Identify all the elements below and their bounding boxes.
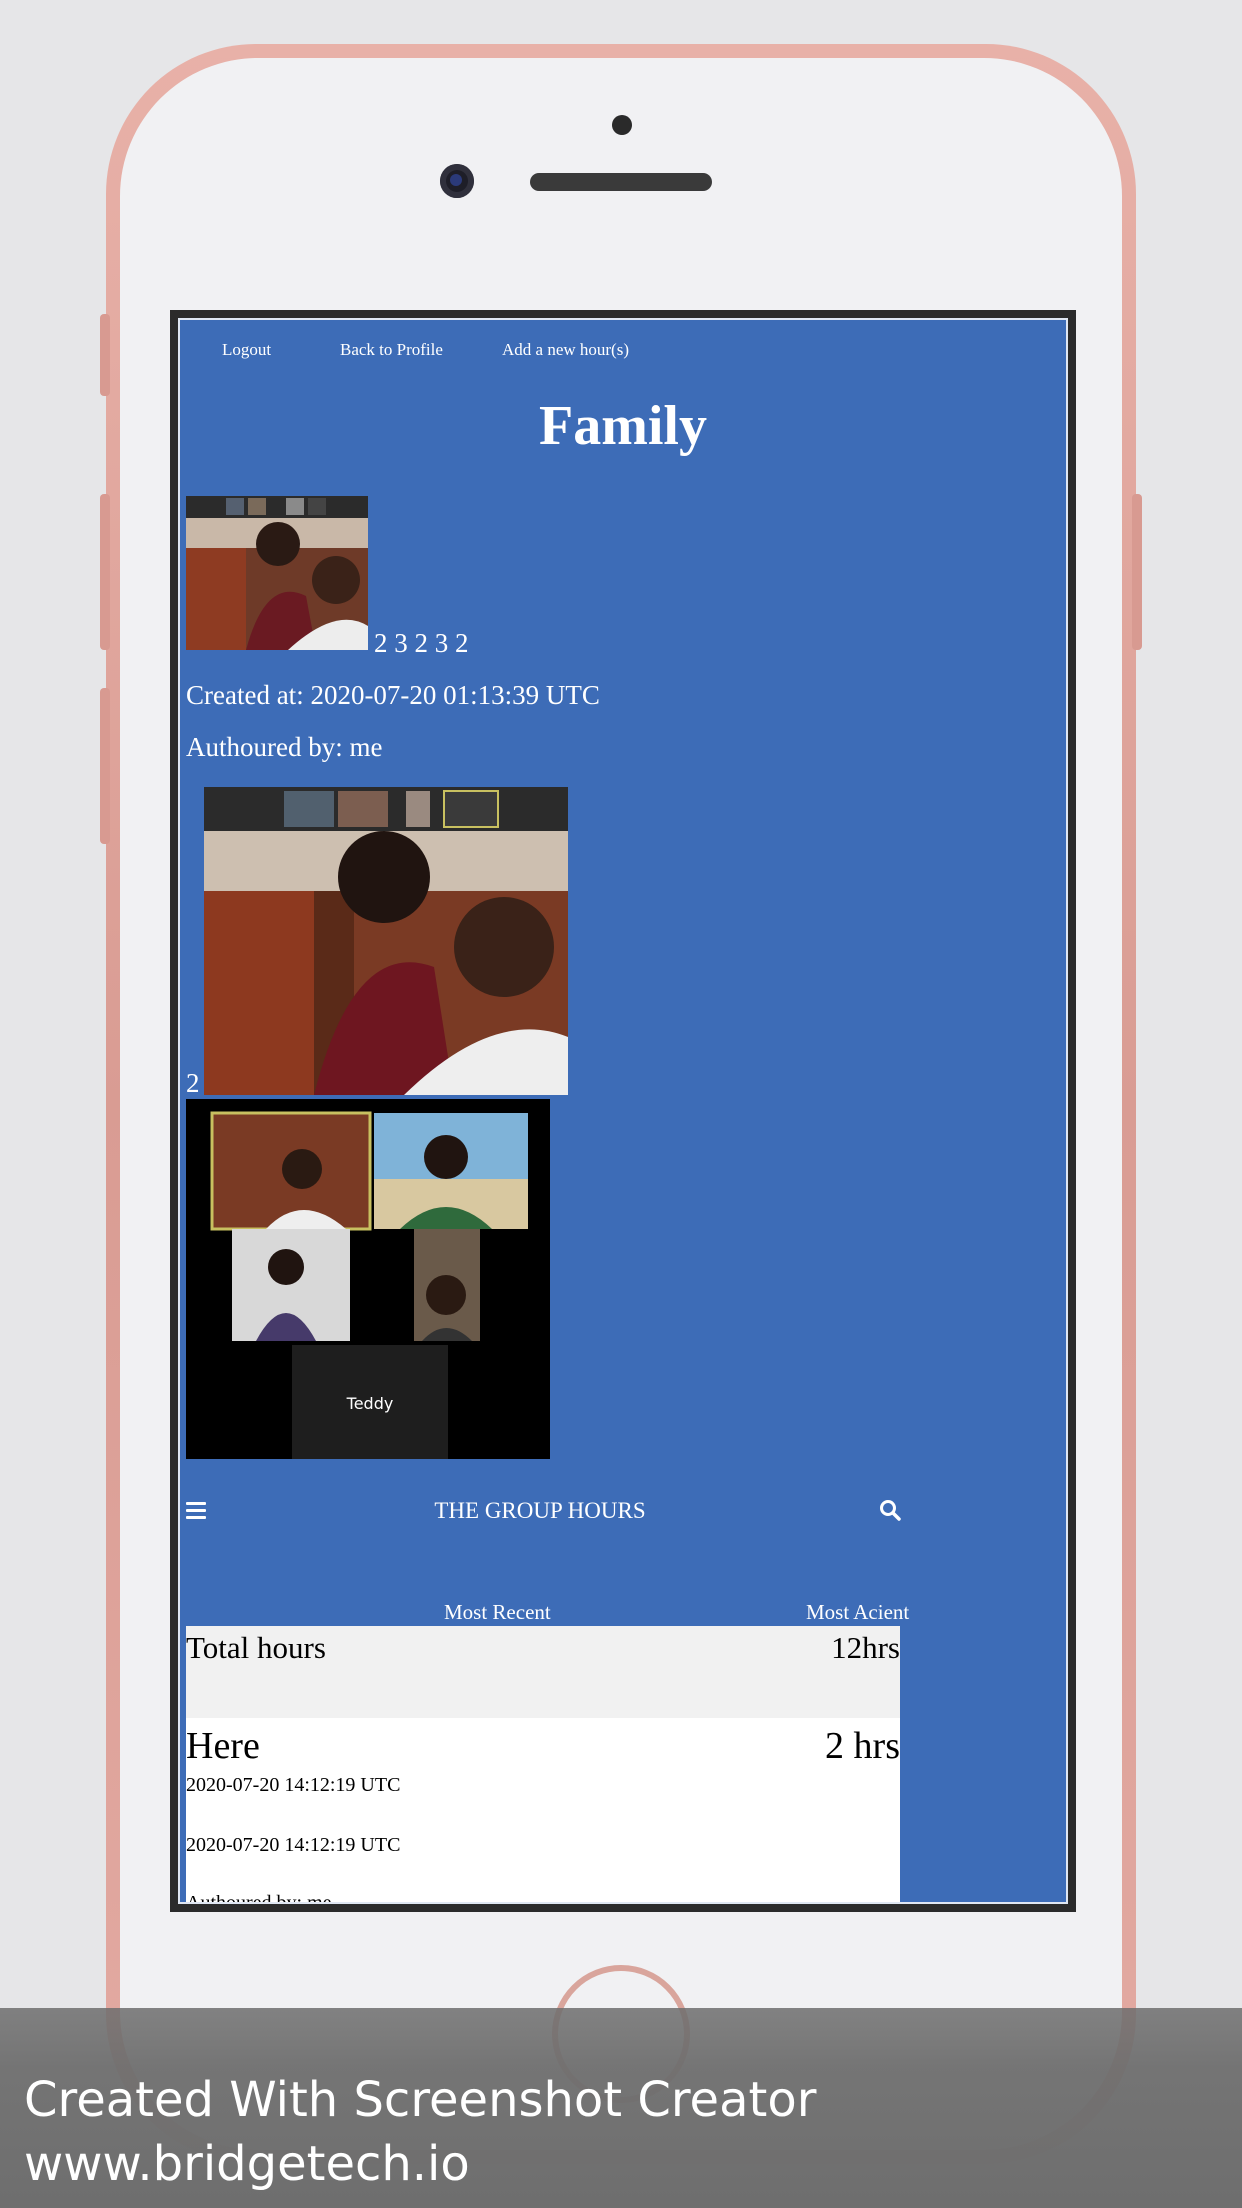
hour-entry-card[interactable]: Here 2 hrs 2020-07-20 14:12:19 UTC 2020-… bbox=[186, 1718, 900, 1904]
thumbnail-count-text: 2 3 2 3 2 bbox=[374, 628, 469, 658]
group-hours-bar: THE GROUP HOURS bbox=[180, 1496, 902, 1536]
watermark-line2: www.bridgetech.io bbox=[24, 2136, 470, 2192]
web-page: Logout Back to Profile Add a new hour(s)… bbox=[178, 318, 1068, 1904]
group-thumbnail-photo bbox=[186, 496, 368, 650]
total-hours-label: Total hours bbox=[186, 1630, 326, 1665]
add-hours-link[interactable]: Add a new hour(s) bbox=[502, 340, 629, 360]
hour-entry-author: Authoured by: me bbox=[186, 1892, 332, 1904]
proximity-sensor bbox=[612, 115, 632, 135]
watermark-banner: Created With Screenshot Creator www.brid… bbox=[0, 2008, 1242, 2208]
authored-by-text: Authoured by: me bbox=[186, 732, 383, 762]
sort-most-recent-link[interactable]: Most Recent bbox=[444, 1600, 551, 1625]
watermark-line1: Created With Screenshot Creator bbox=[24, 2072, 817, 2128]
sort-most-ancient-link[interactable]: Most Acient bbox=[806, 1600, 909, 1625]
created-at-text: Created at: 2020-07-20 01:13:39 UTC bbox=[186, 680, 600, 710]
top-navigation: Logout Back to Profile Add a new hour(s) bbox=[180, 330, 1066, 360]
earpiece-speaker bbox=[530, 173, 712, 191]
mute-switch bbox=[100, 314, 110, 396]
total-hours-value: 12hrs bbox=[831, 1630, 900, 1665]
teddy-label: Teddy bbox=[346, 1394, 394, 1413]
logout-link[interactable]: Logout bbox=[222, 340, 271, 360]
total-hours-row: Total hours 12hrs bbox=[186, 1626, 900, 1718]
front-camera-icon bbox=[440, 164, 474, 198]
volume-down-button bbox=[100, 688, 110, 844]
group-hours-title: THE GROUP HOURS bbox=[434, 1498, 646, 1523]
page-title: Family bbox=[539, 395, 707, 457]
volume-up-button bbox=[100, 494, 110, 650]
power-button bbox=[1132, 494, 1142, 650]
hour-entry-date: 2020-07-20 14:12:19 UTC bbox=[186, 1774, 401, 1796]
hour-entry-value: 2 hrs bbox=[825, 1725, 900, 1767]
search-icon[interactable] bbox=[878, 1498, 902, 1522]
hour-entry-title: Here bbox=[186, 1725, 260, 1767]
photo-number-text: 2 bbox=[186, 1068, 200, 1098]
hour-entry-date-secondary: 2020-07-20 14:12:19 UTC bbox=[186, 1834, 401, 1856]
back-to-profile-link[interactable]: Back to Profile bbox=[340, 340, 443, 360]
family-photo-large bbox=[204, 787, 568, 1095]
phone-screen: Logout Back to Profile Add a new hour(s)… bbox=[170, 310, 1076, 1912]
video-call-grid-photo: Teddy bbox=[186, 1099, 550, 1459]
